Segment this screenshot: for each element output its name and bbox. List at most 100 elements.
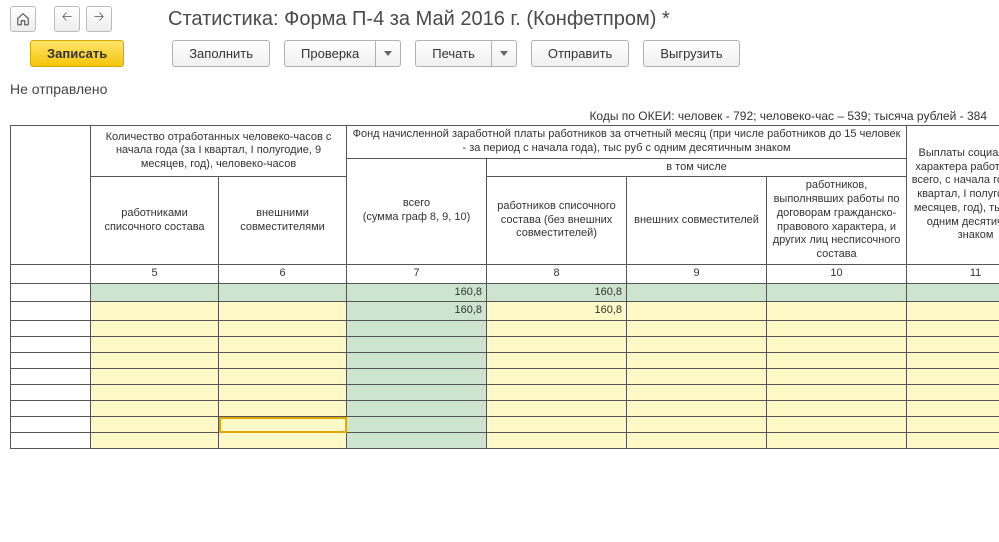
table-cell[interactable] [627,337,767,353]
colnum-11: 11 [907,264,999,283]
export-button[interactable]: Выгрузить [643,40,739,67]
check-dropdown[interactable] [375,40,401,67]
table-cell[interactable] [219,369,347,385]
table-cell[interactable] [11,385,91,401]
table-cell[interactable] [767,321,907,337]
table-cell[interactable] [219,321,347,337]
table-cell[interactable] [91,337,219,353]
table-cell[interactable] [907,401,999,417]
table-cell[interactable] [907,353,999,369]
table-cell[interactable] [91,369,219,385]
table-cell[interactable] [219,417,347,433]
table-cell[interactable]: 160,8 [487,302,627,321]
table-cell[interactable] [767,433,907,449]
table-cell[interactable] [11,369,91,385]
table-cell[interactable] [91,353,219,369]
table-cell[interactable] [767,401,907,417]
table-cell[interactable] [767,302,907,321]
table-cell[interactable] [11,353,91,369]
print-button[interactable]: Печать [415,40,491,67]
table-cell[interactable] [347,321,487,337]
table-cell[interactable]: 160,8 [487,283,627,302]
table-cell[interactable] [767,353,907,369]
table-cell[interactable] [487,417,627,433]
colnum-10: 10 [767,264,907,283]
table-cell[interactable] [487,337,627,353]
table-cell[interactable] [219,433,347,449]
table-cell[interactable] [91,417,219,433]
table-cell[interactable] [219,337,347,353]
table-cell[interactable] [627,283,767,302]
table-cell[interactable] [487,353,627,369]
table-cell[interactable] [347,353,487,369]
table-cell[interactable] [907,283,999,302]
table-cell[interactable] [487,369,627,385]
table-cell[interactable] [487,401,627,417]
table-cell[interactable] [11,283,91,302]
table-cell[interactable] [627,321,767,337]
table-cell[interactable] [627,353,767,369]
table-cell[interactable] [627,302,767,321]
table-cell[interactable] [219,385,347,401]
forward-button[interactable]: 🡢 [86,6,112,32]
table-cell[interactable] [767,283,907,302]
table-cell[interactable] [907,385,999,401]
page-title: Статистика: Форма П-4 за Май 2016 г. (Ко… [168,8,670,31]
table-cell[interactable] [347,337,487,353]
table-cell[interactable] [347,401,487,417]
table-cell[interactable] [907,433,999,449]
status-text: Не отправлено [0,77,999,107]
table-cell[interactable] [347,385,487,401]
table-cell[interactable] [347,417,487,433]
table-cell[interactable] [91,321,219,337]
table-cell[interactable] [907,369,999,385]
arrow-left-icon: 🡠 [62,8,73,30]
table-cell[interactable] [11,302,91,321]
table-cell[interactable] [487,385,627,401]
table-cell[interactable] [219,353,347,369]
table-cell[interactable] [627,369,767,385]
save-button[interactable]: Записать [30,40,124,67]
table-cell[interactable] [767,369,907,385]
table-cell[interactable] [91,401,219,417]
print-dropdown[interactable] [491,40,517,67]
table-cell[interactable]: 160,8 [347,302,487,321]
table-cell[interactable] [907,321,999,337]
table-cell[interactable] [91,302,219,321]
table-cell[interactable] [767,417,907,433]
send-button[interactable]: Отправить [531,40,629,67]
table-cell[interactable] [11,433,91,449]
table-cell[interactable] [627,401,767,417]
fill-button[interactable]: Заполнить [172,40,270,67]
table-cell[interactable] [11,417,91,433]
table-cell[interactable] [767,337,907,353]
table-cell[interactable] [907,302,999,321]
header-including: в том числе [487,158,907,177]
table-cell[interactable] [91,433,219,449]
table-cell[interactable] [627,417,767,433]
table-cell[interactable] [11,401,91,417]
table-cell[interactable] [907,417,999,433]
back-button[interactable]: 🡠 [54,6,80,32]
check-button[interactable]: Проверка [284,40,375,67]
table-cell[interactable] [11,321,91,337]
table-cell[interactable] [767,385,907,401]
table-cell[interactable] [11,337,91,353]
table-cell[interactable]: 160,8 [347,283,487,302]
home-icon [16,12,30,26]
table-cell[interactable] [627,433,767,449]
report-table: Количество отработанных человеко-часов с… [10,125,999,449]
table-cell[interactable] [487,321,627,337]
table-cell[interactable] [347,433,487,449]
table-cell[interactable] [219,302,347,321]
table-cell[interactable] [219,283,347,302]
table-cell[interactable] [91,283,219,302]
table-cell[interactable] [91,385,219,401]
table-cell[interactable] [487,433,627,449]
table-cell[interactable] [907,337,999,353]
table-cell[interactable] [347,369,487,385]
table-cell[interactable] [219,401,347,417]
table-cell[interactable] [627,385,767,401]
home-button[interactable] [10,6,36,32]
header-inc-list: работников списочного состава (без внешн… [487,177,627,265]
